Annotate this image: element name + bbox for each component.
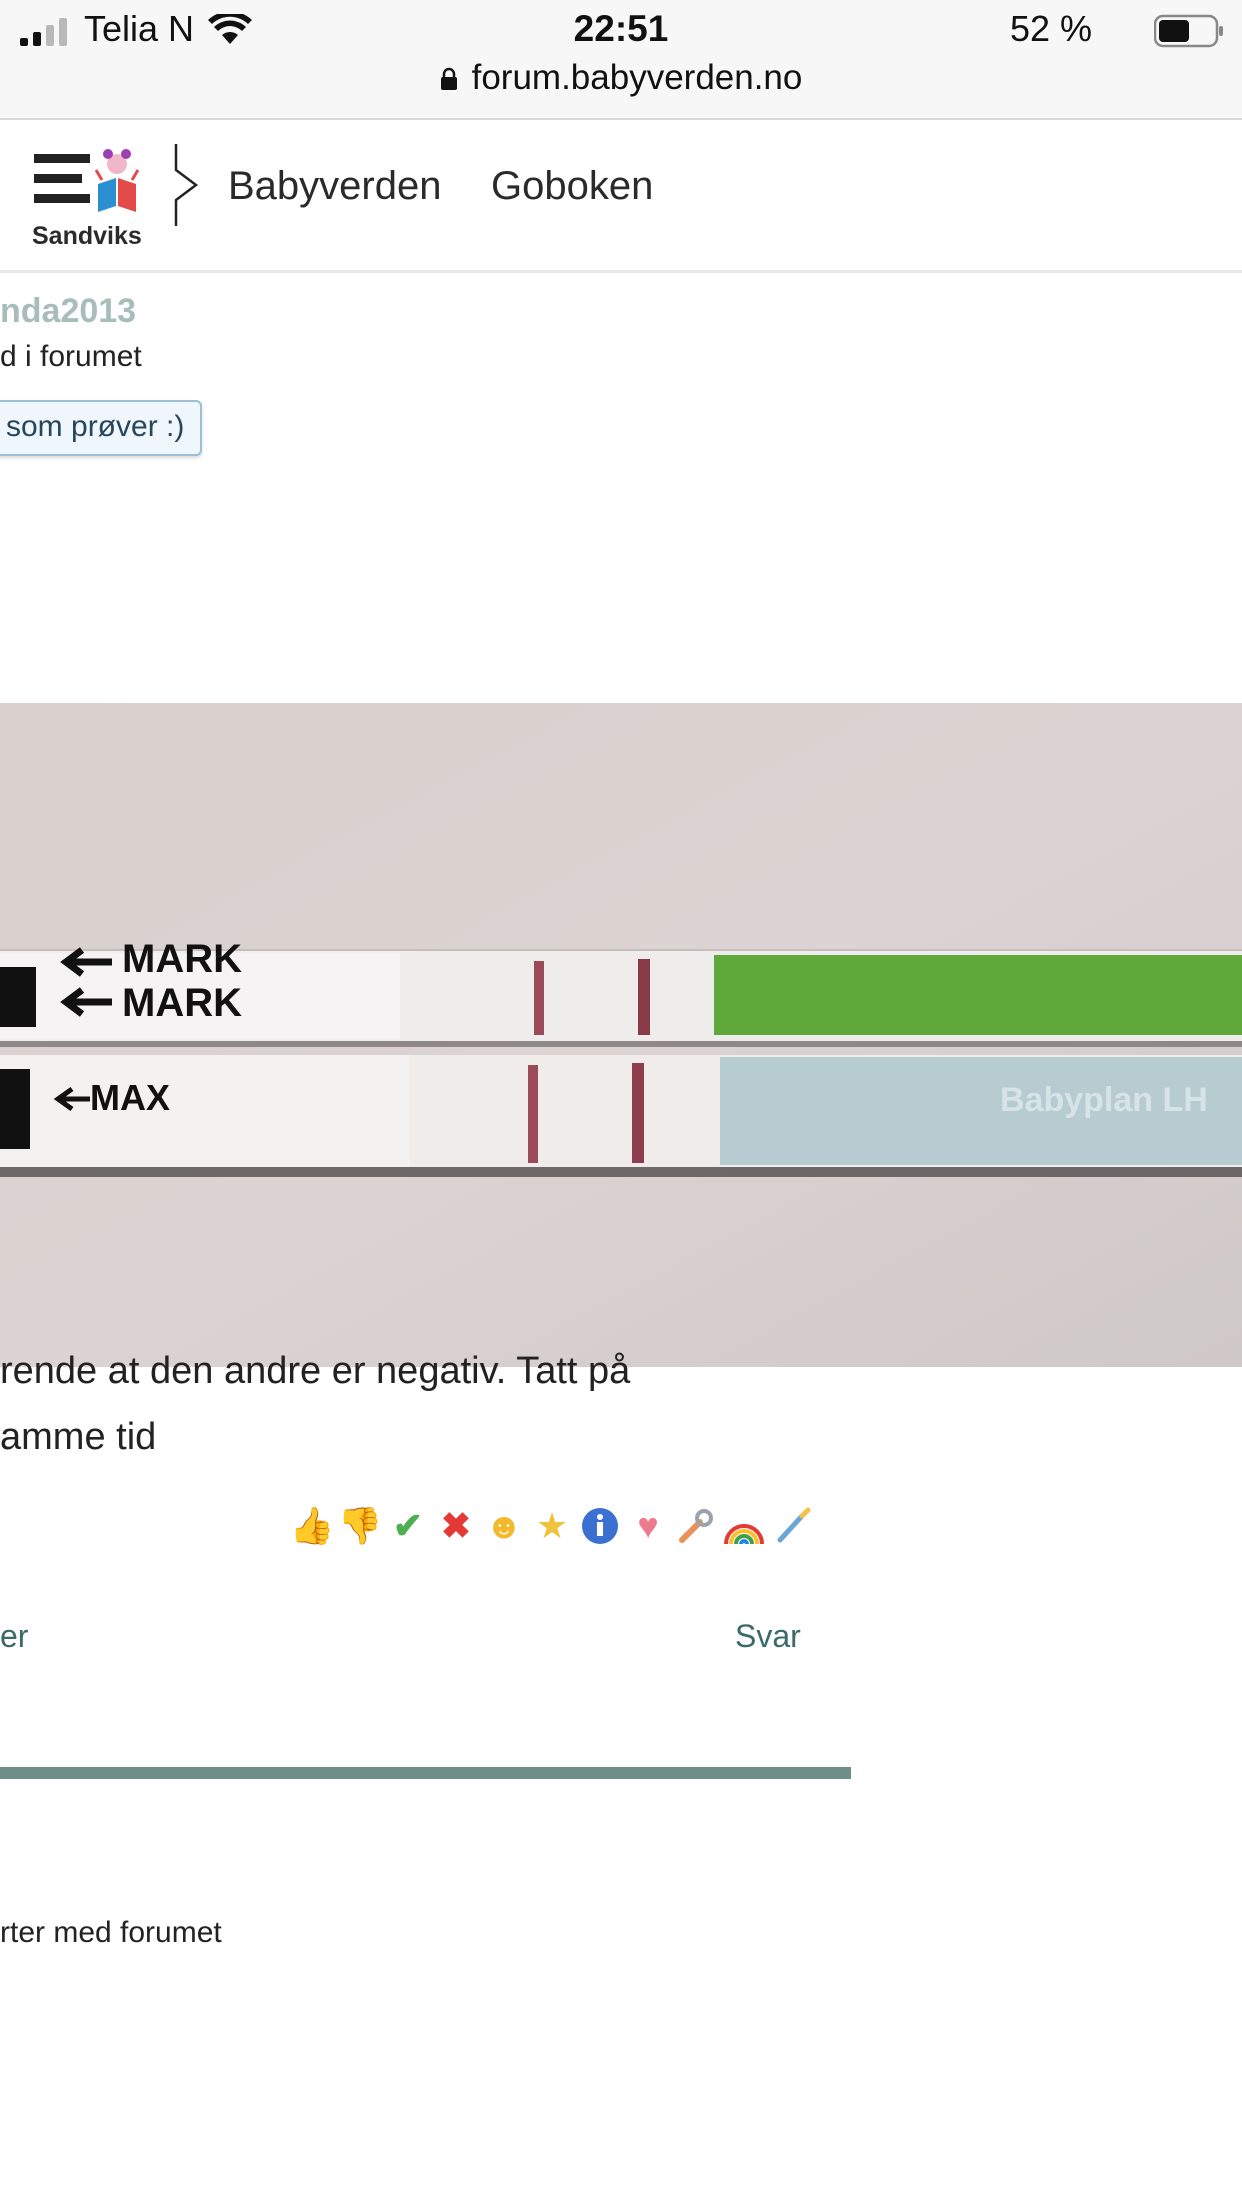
site-logo[interactable]: Sandviks — [30, 136, 150, 254]
wrench-icon[interactable] — [672, 1502, 720, 1550]
section-divider — [0, 1767, 851, 1779]
footer-text[interactable]: rter med forumet — [0, 1916, 222, 1950]
info-icon[interactable] — [576, 1502, 624, 1550]
url-text: forum.babyverden.no — [471, 58, 803, 97]
group-badge: som prøver :) — [0, 400, 203, 456]
nav-babyverden[interactable]: Babyverden — [228, 164, 441, 209]
check-icon[interactable]: ✔ — [384, 1502, 432, 1550]
post-action-link[interactable]: er — [0, 1618, 28, 1655]
rainbow-icon[interactable] — [720, 1502, 768, 1550]
logo-text: Sandviks — [32, 222, 142, 250]
lock-icon — [440, 67, 457, 90]
attached-photo[interactable]: MARK MARK MAX Babyplan LH — [0, 703, 1242, 1367]
photo-label-brand: Babyplan LH — [1000, 1081, 1208, 1119]
arrow-left-icon — [60, 947, 112, 1017]
star-icon[interactable]: ★ — [528, 1502, 576, 1550]
grin-icon[interactable]: ☻ — [480, 1502, 528, 1550]
battery-icon — [1154, 14, 1223, 48]
thumbs-down-icon[interactable]: 👎 — [336, 1502, 384, 1550]
reaction-bar: 👍 👎 ✔ ✖ ☻ ★ ♥ — [288, 1502, 816, 1552]
reply-button[interactable]: Svar — [735, 1618, 801, 1655]
heart-icon[interactable]: ♥ — [624, 1502, 672, 1550]
menu-icon — [34, 149, 140, 212]
site-header: Sandviks Babyverden Goboken — [0, 120, 1242, 273]
photo-label-mark-2: MARK — [122, 981, 242, 1025]
battery-percent: 52 % — [1009, 8, 1092, 49]
post-author[interactable]: nda2013 — [0, 292, 136, 331]
post-body-line-2: amme tid — [0, 1416, 157, 1458]
address-bar[interactable]: forum.babyverden.no — [0, 58, 1242, 98]
ovulation-test-photo — [0, 703, 1242, 1367]
cross-icon[interactable]: ✖ — [432, 1502, 480, 1550]
arrow-left-icon — [53, 1086, 90, 1112]
photo-label-max: MAX — [90, 1077, 170, 1118]
post-body-line-1: rende at den andre er negativ. Tatt på — [0, 1350, 631, 1392]
thumbs-up-icon[interactable]: 👍 — [288, 1502, 336, 1550]
nav-goboken[interactable]: Goboken — [491, 164, 653, 209]
chevron-right-icon — [174, 144, 199, 226]
member-info: d i forumet — [0, 340, 142, 373]
photo-label-mark-1: MARK — [122, 937, 242, 981]
status-bar: Telia N 22:51 52 % forum.babyverden.no — [0, 0, 1242, 120]
brush-icon[interactable] — [768, 1502, 816, 1550]
